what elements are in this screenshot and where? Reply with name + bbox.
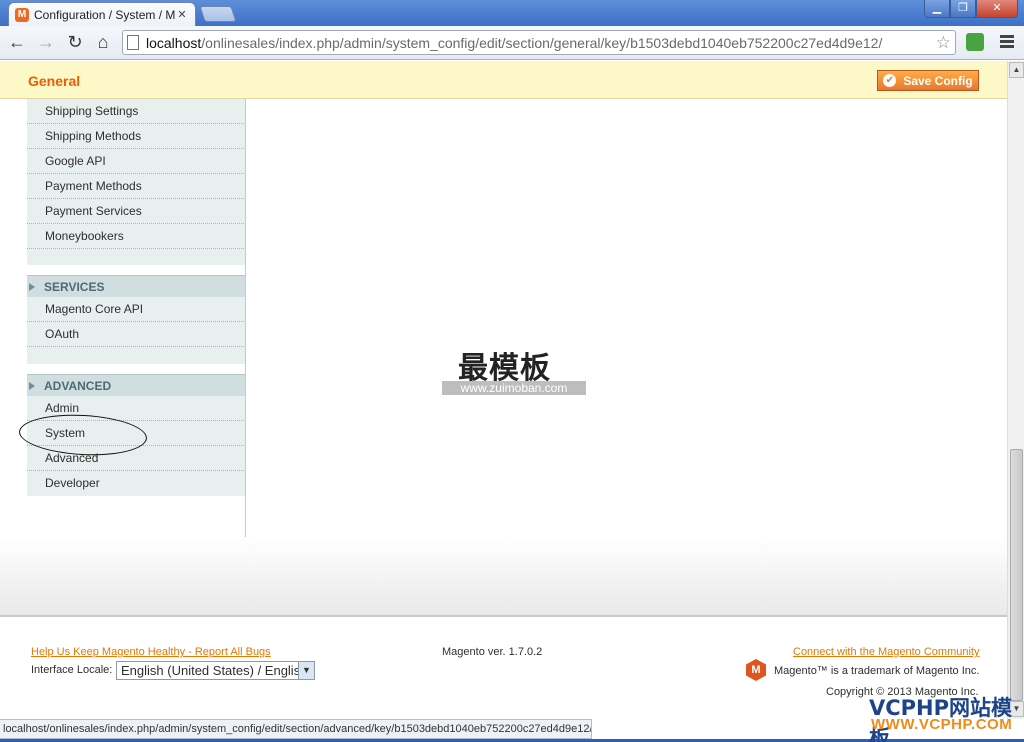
save-config-label: Save Config [903,73,973,88]
reload-icon[interactable]: ↻ [64,31,86,53]
sidebar-item-payment-services[interactable]: Payment Services [27,199,246,224]
sidebar-spacer [27,249,246,265]
page-scrollbar[interactable]: ▲ ▼ [1007,61,1024,719]
forward-arrow-icon[interactable]: → [35,31,57,53]
magento-logo-icon: M [746,659,766,681]
scroll-up-arrow-icon[interactable]: ▲ [1009,62,1024,78]
sidebar-item-moneybookers[interactable]: Moneybookers [27,224,246,249]
url-host: localhost [146,34,202,51]
page-icon [127,35,139,50]
watermark-url: www.zuimoban.com [442,381,586,395]
sidebar-item-oauth[interactable]: OAuth [27,322,246,347]
sidebar-group-advanced[interactable]: ADVANCED [27,374,246,396]
sidebar-item-developer[interactable]: Developer [27,471,246,496]
browser-toolbar: ← → ↻ ⌂ localhost /onlinesales/index.php… [0,26,1024,60]
sidebar-item-payment-methods[interactable]: Payment Methods [27,174,246,199]
address-bar[interactable]: localhost /onlinesales/index.php/admin/s… [122,30,956,55]
report-bugs-link[interactable]: Help Us Keep Magento Healthy - Report Al… [31,646,271,658]
close-window-button[interactable]: ✕ [976,0,1018,18]
chevron-down-icon[interactable]: ▼ [298,662,314,679]
bookmark-star-icon[interactable]: ☆ [936,33,951,53]
overlay-brand-url: WWW.VCPHP.COM [871,716,1013,733]
checkmark-icon: ✔ [883,74,897,87]
browser-tab-active[interactable]: M Configuration / System / Mag ✕ [8,2,196,26]
sidebar-item-google-api[interactable]: Google API [27,149,246,174]
interface-locale-select[interactable]: English (United States) / Englisl ▼ [116,661,315,680]
tab-close-icon[interactable]: ✕ [175,8,189,21]
sidebar-gap [27,364,246,374]
home-icon[interactable]: ⌂ [92,31,114,53]
sidebar-group-services[interactable]: SERVICES [27,275,246,297]
sidebar-divider [245,99,246,537]
content-header: General ✔ Save Config [0,61,1007,99]
browser-menu-icon[interactable] [998,33,1016,51]
new-tab-button[interactable] [199,6,237,22]
browser-tab-strip: M Configuration / System / Mag ✕ ▁ ❐ ✕ [0,0,1024,26]
sidebar-item-shipping-settings[interactable]: Shipping Settings [27,99,246,124]
minimize-button[interactable]: ▁ [924,0,950,18]
scroll-thumb[interactable] [1010,449,1023,701]
page-viewport: General ✔ Save Config Shipping Settings … [0,61,1007,719]
tab-title: Configuration / System / Mag [34,7,175,22]
restore-button[interactable]: ❐ [950,0,976,18]
page-title: General [28,73,81,89]
page-footer: Help Us Keep Magento Healthy - Report Al… [0,617,1007,719]
save-config-button[interactable]: ✔ Save Config [877,70,979,91]
back-arrow-icon[interactable]: ← [6,31,28,53]
window-controls: ▁ ❐ ✕ [924,0,1018,18]
locale-value: English (United States) / Englisl [121,663,304,678]
sidebar-gap [27,265,246,275]
magento-favicon-icon: M [15,7,29,22]
community-link[interactable]: Connect with the Magento Community [793,646,979,658]
url-path: /onlinesales/index.php/admin/system_conf… [201,34,883,51]
extension-icon[interactable] [966,33,984,51]
trademark-text: Magento™ is a trademark of Magento Inc. [774,665,980,677]
sidebar-item-shipping-methods[interactable]: Shipping Methods [27,124,246,149]
locale-label: Interface Locale: [31,664,113,676]
footer-band [0,537,1007,617]
sidebar-spacer [27,347,246,364]
browser-status-bar: localhost/onlinesales/index.php/admin/sy… [0,719,592,739]
sidebar-item-magento-core-api[interactable]: Magento Core API [27,297,246,322]
magento-version: Magento ver. 1.7.0.2 [442,646,543,658]
